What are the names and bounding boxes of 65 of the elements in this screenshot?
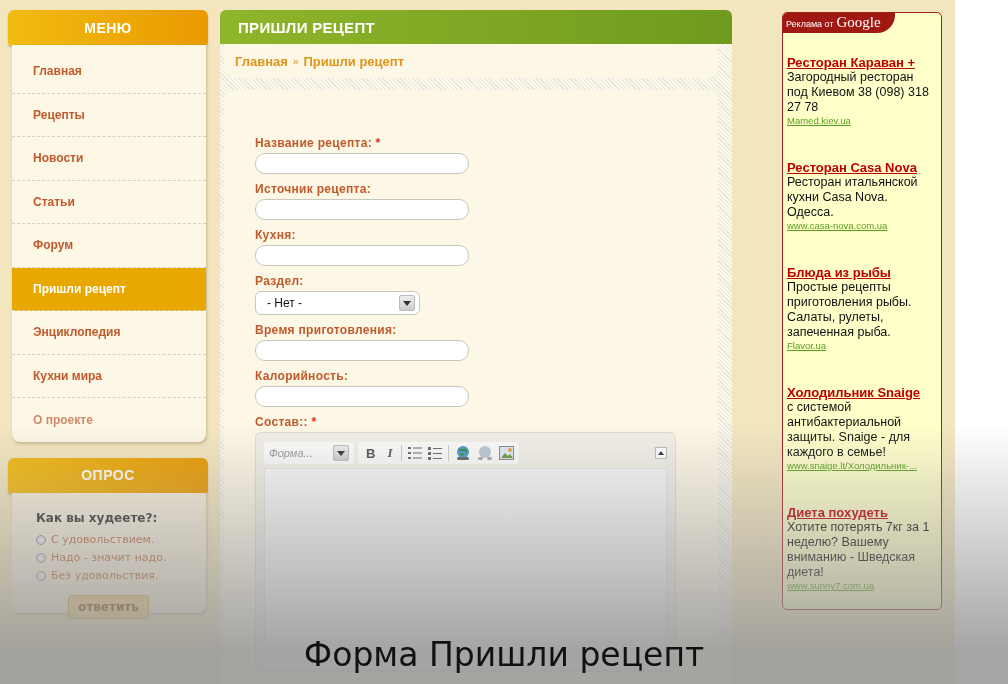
numbered-list-icon[interactable]: [408, 446, 423, 460]
page-title: ПРИШЛИ РЕЦЕПТ: [220, 10, 732, 44]
caption-text: Форма Пришли рецепт: [302, 635, 706, 674]
globe-link-icon[interactable]: [455, 445, 472, 461]
image-icon[interactable]: [499, 446, 515, 460]
menu-item[interactable]: Пришли рецепт: [12, 267, 206, 311]
bold-button[interactable]: B: [363, 445, 379, 461]
field-label: Раздел:: [255, 274, 305, 288]
ad-url-link[interactable]: Mamed.kiev.ua: [787, 115, 937, 126]
field-label: Кухня:: [255, 228, 297, 242]
collapse-button[interactable]: [655, 447, 667, 459]
input-field[interactable]: [255, 386, 469, 407]
ad-text: Хотите потерять 7кг за 1 неделю? Вашему вниманию - Шведская диета!: [787, 520, 931, 580]
menu-item[interactable]: Энциклопедия: [12, 311, 206, 355]
ad-url-link[interactable]: Flavor.ua: [787, 340, 937, 351]
breadcrumb-link[interactable]: Главная: [235, 53, 288, 69]
field-label: Состав:: *: [255, 415, 318, 429]
format-dropdown[interactable]: Форма...: [264, 442, 354, 464]
radio-button[interactable]: [36, 570, 46, 581]
field-label: Калорийность:: [255, 369, 350, 383]
poll-question: Как вы худеете?:: [36, 510, 159, 525]
input-field[interactable]: [255, 245, 469, 266]
input-field[interactable]: [255, 199, 469, 220]
dropdown-button[interactable]: [399, 295, 415, 311]
poll-option: С удовольствием.: [51, 533, 155, 546]
collapse-icon: [658, 451, 664, 455]
breadcrumb-separator: »: [292, 55, 299, 67]
bullet-list-icon[interactable]: [428, 446, 443, 460]
ad-title-link[interactable]: Ресторан Караван +: [787, 55, 937, 70]
italic-button[interactable]: I: [384, 445, 396, 461]
poll-option: Надо - значит надо.: [51, 551, 167, 564]
caret-icon: [403, 300, 411, 306]
menu-item[interactable]: О проекте: [12, 398, 206, 442]
radio-button[interactable]: [36, 552, 46, 563]
ad-text: Ресторан итальянской кухни Casa Nova. Одесса.: [787, 175, 919, 220]
input-field[interactable]: [255, 153, 469, 174]
menu-item[interactable]: Рецепты: [12, 93, 206, 137]
ad-text: Простые рецепты приготовления рыбы. Салаты, рулеты, запеченная рыба.: [787, 280, 913, 340]
ad-url-link[interactable]: www.snaige.lt/Холодильник-...: [787, 460, 937, 471]
ad-url-link[interactable]: www.casa-nova.com.ua: [787, 220, 937, 231]
select-field[interactable]: - Нет -: [255, 291, 420, 315]
ad-text: с системой антибактериальной защиты. Snaige - для каждого в семье!: [787, 400, 911, 460]
menu-item[interactable]: Кухни мира: [12, 354, 206, 398]
field-label: Название рецепта: *: [255, 136, 382, 150]
field-label: Время приготовления:: [255, 323, 398, 337]
caret-icon: [337, 450, 345, 456]
menu-item[interactable]: Статьи: [12, 180, 206, 224]
ad-title-link[interactable]: Блюда из рыбы: [787, 265, 937, 280]
menu-item[interactable]: Главная: [12, 50, 206, 94]
breadcrumb-link[interactable]: Пришли рецепт: [303, 53, 405, 69]
input-field[interactable]: [255, 340, 469, 361]
menu-item[interactable]: Форум: [12, 224, 206, 268]
ad-title-link[interactable]: Холодильник Snaige: [787, 385, 937, 400]
ads-label: Реклама от: [786, 19, 834, 29]
google-logo: Google: [836, 14, 881, 31]
menu-item[interactable]: Новости: [12, 137, 206, 181]
globe-unlink-icon[interactable]: [477, 445, 494, 461]
radio-button[interactable]: [36, 534, 46, 545]
poll-option: Без удовольствия.: [51, 569, 159, 582]
field-label: Источник рецепта:: [255, 182, 372, 196]
ad-text: Загородный ресторан под Киевом 38 (098) 318 27 78: [787, 70, 930, 115]
menu-header: МЕНЮ: [8, 10, 208, 45]
ad-title-link[interactable]: Ресторан Casa Nova: [787, 160, 937, 175]
poll-header: ОПРОС: [8, 457, 208, 493]
ad-title-link[interactable]: Диета похудеть: [787, 505, 937, 520]
